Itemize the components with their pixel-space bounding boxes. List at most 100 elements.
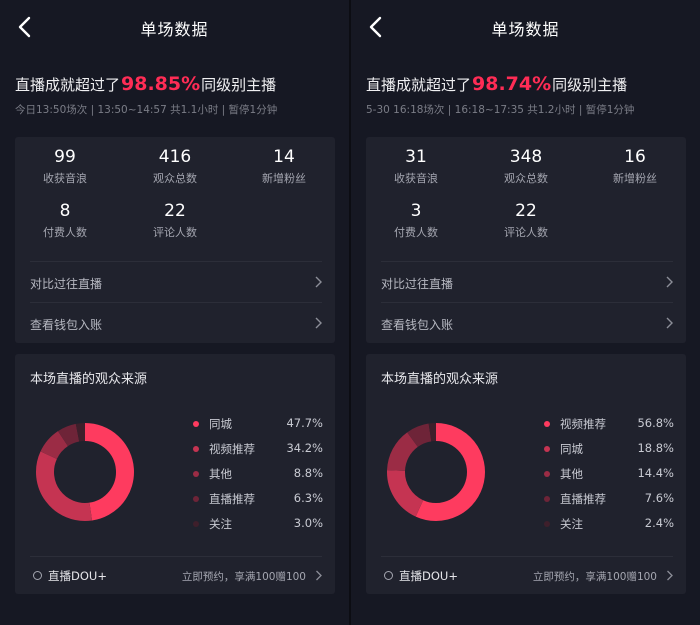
achievement-headline: 直播成就超过了98.74%同级别主播 [366,73,627,95]
donut-slice [40,431,69,460]
legend-value: 7.6% [644,491,674,505]
stat-item: 22 评论人数 [135,201,215,240]
legend-name: 直播推荐 [209,492,255,506]
legend-item: 其他 14.4% [542,463,674,488]
legend-item: 直播推荐 6.3% [191,488,323,513]
chevron-right-icon [666,276,673,288]
stat-label: 观众总数 [153,172,197,185]
page-title: 单场数据 [140,20,209,39]
legend-dot [544,471,550,477]
chevron-right-icon [316,570,322,581]
dou-plus-icon [384,571,393,580]
legend-name: 视频推荐 [209,442,255,456]
audience-source-title: 本场直播的观众来源 [30,372,148,387]
donut-slice [84,423,134,521]
legend-value: 18.8% [637,441,674,455]
stats-card: 99 收获音浪 416 观众总数 14 新增粉丝 8 付费人数 22 评论人数 … [15,137,335,343]
stat-item: 31 收获音浪 [376,147,456,186]
stat-value: 22 [164,201,186,221]
legend-dot [544,421,550,427]
donut-slice [387,432,419,472]
session-info: 今日13:50场次 | 13:50~14:57 共1.1小时 | 暂停1分钟 [15,104,278,116]
legend-name: 直播推荐 [560,492,606,506]
audience-source-title: 本场直播的观众来源 [381,372,499,387]
legend-value: 6.3% [293,491,323,505]
headline-prefix: 直播成就超过了 [366,76,472,94]
nav-bar: 单场数据 [0,0,349,54]
headline-percent: 98.85% [121,73,201,95]
legend-item: 直播推荐 7.6% [542,488,674,513]
legend-dot [193,471,199,477]
stat-value: 416 [158,147,192,167]
dou-plus-promo[interactable]: 直播DOU+ 立即预约，享满100赠100 [381,556,673,592]
legend-item: 其他 8.8% [191,463,323,488]
legend-name: 其他 [560,467,583,481]
legend-dot [193,421,199,427]
stat-value: 99 [54,147,76,167]
legend-dot [544,521,550,527]
legend-value: 14.4% [637,466,674,480]
dou-plus-icon [33,571,42,580]
view-wallet-income-link[interactable]: 查看钱包入账 [381,302,673,342]
legend-name: 关注 [560,517,583,531]
promo-offer: 立即预约，享满100赠100 [532,571,657,583]
legend-name: 同城 [560,442,583,456]
stat-value: 31 [405,147,427,167]
view-wallet-income-link[interactable]: 查看钱包入账 [30,302,322,342]
donut-slice [75,423,86,442]
legend-value: 47.7% [286,416,323,430]
stat-label: 新增粉丝 [613,172,657,185]
stat-value: 348 [509,147,543,167]
link-label: 查看钱包入账 [30,318,103,332]
stat-item: 99 收获音浪 [25,147,105,186]
audience-source-card: 本场直播的观众来源 视频推荐 56.8% 同城 18.8% 其他 14.4% 直… [366,354,686,594]
audience-source-donut [387,423,485,521]
dou-plus-promo[interactable]: 直播DOU+ 立即预约，享满100赠100 [30,556,322,592]
stat-label: 收获音浪 [43,172,87,185]
legend-item: 同城 18.8% [542,438,674,463]
compare-past-live-link[interactable]: 对比过往直播 [30,261,322,301]
link-label: 对比过往直播 [381,277,454,291]
stat-item: 416 观众总数 [135,147,215,186]
stat-item: 22 评论人数 [486,201,566,240]
legend-value: 3.0% [293,516,323,530]
chevron-right-icon [666,317,673,329]
compare-past-live-link[interactable]: 对比过往直播 [381,261,673,301]
stat-value: 16 [624,147,646,167]
stat-label: 观众总数 [504,172,548,185]
headline-suffix: 同级别主播 [201,76,277,94]
link-label: 对比过往直播 [30,277,103,291]
legend-value: 8.8% [293,466,323,480]
legend-item: 同城 47.7% [191,413,323,438]
legend-value: 34.2% [286,441,323,455]
stat-item: 8 付费人数 [25,201,105,240]
stat-item: 14 新增粉丝 [244,147,324,186]
stat-label: 收获音浪 [394,172,438,185]
audience-source-donut [36,423,134,521]
chevron-right-icon [667,570,673,581]
promo-brand: 直播DOU+ [48,569,107,583]
stat-value: 22 [515,201,537,221]
legend-value: 56.8% [637,416,674,430]
legend-name: 关注 [209,517,232,531]
chevron-right-icon [315,276,322,288]
stat-value: 3 [410,201,422,221]
legend-dot [544,496,550,502]
donut-slice [36,451,93,521]
headline-suffix: 同级别主播 [552,76,628,94]
legend-dot [193,521,199,527]
stat-item: 16 新增粉丝 [595,147,675,186]
legend-name: 其他 [209,467,232,481]
legend-value: 2.4% [644,516,674,530]
left-screen: 单场数据 直播成就超过了98.85%同级别主播 今日13:50场次 | 13:5… [0,0,349,625]
legend-item: 关注 3.0% [191,513,323,538]
stat-label: 付费人数 [43,226,87,239]
legend-dot [193,446,199,452]
headline-percent: 98.74% [472,73,552,95]
legend-item: 视频推荐 34.2% [191,438,323,463]
stat-item: 348 观众总数 [486,147,566,186]
nav-bar: 单场数据 [351,0,700,54]
audience-source-legend: 视频推荐 56.8% 同城 18.8% 其他 14.4% 直播推荐 7.6% 关… [542,413,674,538]
promo-offer: 立即预约，享满100赠100 [181,571,306,583]
stat-label: 付费人数 [394,226,438,239]
